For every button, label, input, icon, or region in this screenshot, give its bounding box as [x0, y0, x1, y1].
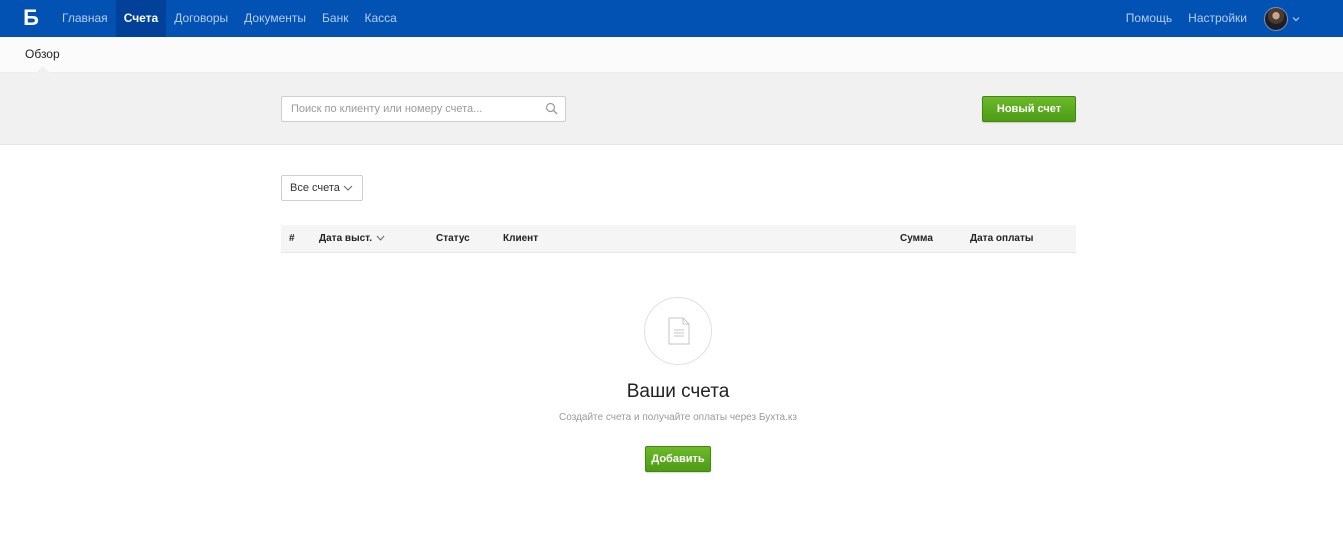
top-navigation-bar: Б Главная Счета Договоры Документы Банк …	[0, 0, 1343, 37]
filter-selected-label: Все счета	[290, 182, 340, 194]
main-nav: Главная Счета Договоры Документы Банк Ка…	[54, 0, 405, 37]
document-icon	[668, 317, 690, 345]
nav-item-contracts[interactable]: Договоры	[166, 0, 236, 37]
logo[interactable]: Б	[22, 6, 40, 30]
nav-item-home[interactable]: Главная	[54, 0, 116, 37]
add-invoice-button[interactable]: Добавить	[645, 446, 711, 472]
search-input[interactable]	[282, 97, 540, 121]
empty-state-icon-circle	[644, 297, 712, 365]
column-header-amount[interactable]: Сумма	[900, 225, 933, 253]
active-tab-pointer	[36, 66, 50, 73]
toolbar: Новый счет	[0, 73, 1343, 145]
sort-desc-icon	[376, 236, 385, 242]
invoice-table-header: # Дата выст. Статус Клиент Сумма Дата оп…	[281, 225, 1076, 253]
column-header-issue-date[interactable]: Дата выст.	[319, 225, 385, 253]
column-header-status[interactable]: Статус	[436, 225, 470, 253]
column-header-payment-date[interactable]: Дата оплаты	[970, 225, 1033, 253]
search-box	[281, 96, 566, 122]
avatar[interactable]	[1264, 6, 1288, 31]
new-invoice-button[interactable]: Новый счет	[982, 96, 1076, 122]
chevron-down-icon[interactable]	[1291, 14, 1301, 24]
search-icon[interactable]	[545, 102, 558, 115]
nav-item-settings[interactable]: Настройки	[1180, 0, 1255, 37]
column-header-label: Дата выст.	[319, 233, 372, 244]
nav-item-documents[interactable]: Документы	[236, 0, 314, 37]
chevron-down-icon	[343, 185, 353, 191]
sub-navigation: Обзор	[0, 37, 1343, 73]
nav-item-bank[interactable]: Банк	[314, 0, 356, 37]
nav-item-invoices[interactable]: Счета	[115, 0, 167, 37]
user-nav: Помощь Настройки	[1118, 0, 1343, 37]
empty-state-subtitle: Создайте счета и получайте оплаты через …	[559, 412, 797, 423]
column-header-number: #	[289, 233, 295, 244]
nav-item-help[interactable]: Помощь	[1118, 0, 1180, 37]
subnav-item-overview[interactable]: Обзор	[25, 47, 60, 61]
nav-item-cash[interactable]: Касса	[356, 0, 404, 37]
empty-state-title: Ваши счета	[626, 381, 730, 402]
invoice-filter-dropdown[interactable]: Все счета	[281, 175, 363, 201]
column-header-client[interactable]: Клиент	[503, 225, 538, 253]
